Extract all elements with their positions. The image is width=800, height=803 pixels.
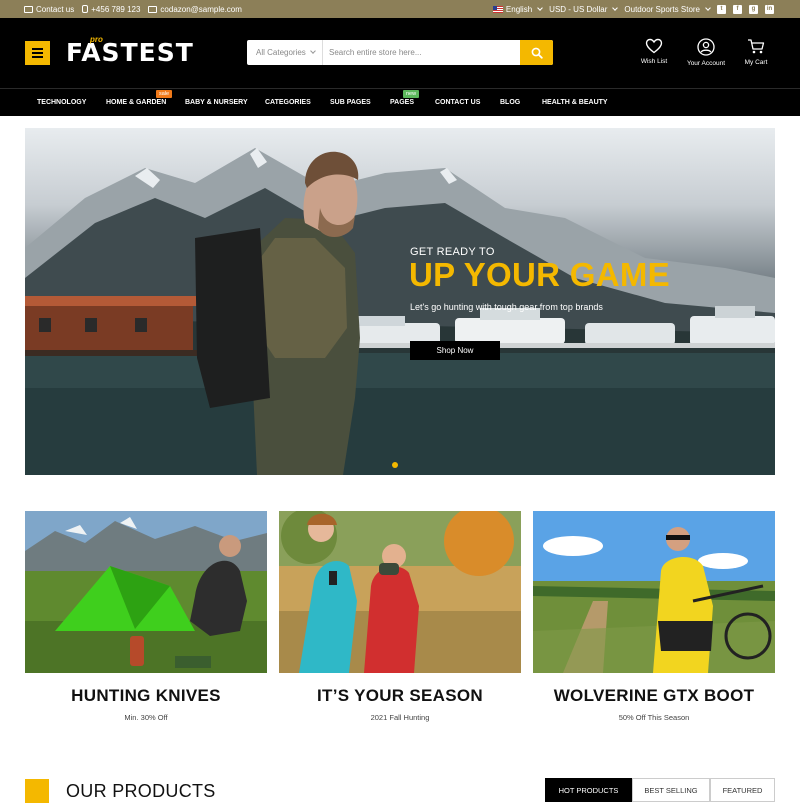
heart-icon (645, 38, 663, 54)
hero-title: UP YOUR GAME (409, 256, 670, 293)
contact-label: Contact us (36, 4, 75, 14)
account-label: Your Account (686, 60, 726, 67)
nav-item-health-beauty[interactable]: HEALTH & BEAUTY (542, 99, 608, 106)
email-address: codazon@sample.com (160, 4, 242, 14)
slider-dots (392, 462, 398, 468)
language-switcher[interactable]: English (492, 4, 544, 14)
account-link[interactable]: Your Account (680, 38, 732, 67)
search-input[interactable] (323, 40, 520, 65)
currency-label: USD - US Dollar (549, 4, 608, 14)
mail-icon (148, 5, 158, 13)
chevron-down-icon (612, 5, 619, 11)
cart-link[interactable]: My Cart (730, 38, 782, 66)
main-nav: TECHNOLOGY HOME & GARDEN sale BABY & NUR… (0, 88, 800, 116)
shop-now-button[interactable]: Shop Now (410, 341, 500, 360)
tab-best-selling[interactable]: BEST SELLING (632, 778, 710, 802)
us-flag-icon (492, 5, 503, 13)
phone-link[interactable]: +456 789 123 (82, 5, 140, 14)
store-switcher[interactable]: Outdoor Sports Store (624, 4, 711, 14)
search-icon (531, 47, 543, 59)
nav-label: TECHNOLOGY (37, 99, 87, 106)
nav-label: CONTACT US (435, 99, 481, 106)
nav-label: BABY & NURSERY (185, 99, 248, 106)
promo-title[interactable]: IT’S YOUR SEASON (279, 686, 521, 706)
phone-icon (82, 5, 89, 13)
promo-image-wolverine-boot[interactable] (533, 511, 775, 673)
section-title: OUR PRODUCTS (66, 781, 216, 801)
nav-item-home-garden[interactable]: HOME & GARDEN sale (106, 90, 173, 106)
promo-subtitle: 2021 Fall Hunting (370, 713, 430, 722)
camping-photo (25, 511, 267, 673)
logo-superscript: pro (90, 35, 103, 44)
chevron-down-icon (310, 48, 316, 54)
tab-featured[interactable]: FEATURED (710, 778, 775, 802)
hikers-photo (279, 511, 521, 673)
nav-item-contact-us[interactable]: CONTACT US (435, 99, 480, 106)
nav-item-baby-nursery[interactable]: BABY & NURSERY (185, 99, 248, 106)
nav-item-technology[interactable]: TECHNOLOGY (37, 99, 86, 106)
chevron-down-icon (537, 5, 544, 11)
promo-subtitle: 50% Off This Season (618, 713, 690, 722)
facebook-icon[interactable]: f (733, 4, 742, 14)
tab-hot-products[interactable]: HOT PRODUCTS (545, 778, 632, 802)
user-icon (697, 38, 715, 56)
nav-label: HEALTH & BEAUTY (542, 99, 608, 106)
section-accent-bar (25, 779, 49, 803)
hero-slider: GET READY TO UP YOUR GAME Let's go hunti… (25, 128, 775, 475)
contact-link[interactable]: Contact us (24, 5, 74, 14)
linkedin-icon[interactable]: in (765, 4, 774, 14)
cart-label: My Cart (744, 59, 768, 66)
language-label: English (505, 4, 533, 14)
new-badge: new (403, 90, 420, 98)
nav-label: SUB PAGES (330, 99, 371, 106)
nav-item-blog[interactable]: BLOG (500, 99, 520, 106)
nav-label: PAGES (390, 99, 414, 106)
slider-dot-active[interactable] (392, 462, 398, 468)
nav-item-sub-pages[interactable]: SUB PAGES (330, 99, 371, 106)
google-plus-icon[interactable]: g (749, 4, 758, 14)
nav-item-pages[interactable]: PAGES new (390, 90, 420, 106)
twitter-icon[interactable]: t (717, 4, 726, 14)
hero-description: Let's go hunting with tough gear from to… (410, 302, 603, 312)
promo-subtitle: Min. 30% Off (124, 713, 168, 722)
phone-number: +456 789 123 (91, 4, 141, 14)
nav-label: HOME & GARDEN (106, 99, 167, 106)
search-category-select[interactable]: All Categories (247, 40, 323, 65)
nav-item-categories[interactable]: CATEGORIES (265, 99, 311, 106)
nav-label: CATEGORIES (265, 99, 311, 106)
promo-image-season[interactable] (279, 511, 521, 673)
hamburger-menu-button[interactable] (25, 41, 50, 65)
wishlist-link[interactable]: Wish List (628, 38, 680, 65)
chevron-down-icon (705, 5, 711, 11)
cyclist-photo (533, 511, 775, 673)
promo-image-hunting-knives[interactable] (25, 511, 267, 673)
top-bar: Contact us +456 789 123 codazon@sample.c… (0, 0, 800, 18)
sale-badge: sale (156, 90, 173, 98)
cart-icon (748, 39, 765, 54)
email-link[interactable]: codazon@sample.com (148, 5, 242, 14)
wishlist-label: Wish List (640, 58, 668, 65)
currency-switcher[interactable]: USD - US Dollar (549, 4, 619, 14)
search-bar: All Categories (247, 40, 553, 65)
contact-card-icon (24, 5, 33, 13)
search-category-label: All Categories (256, 48, 306, 57)
search-button[interactable] (520, 40, 553, 65)
logo-text: FASTEST (66, 38, 194, 67)
nav-label: BLOG (500, 99, 521, 106)
store-label: Outdoor Sports Store (624, 4, 700, 14)
promo-title[interactable]: WOLVERINE GTX BOOT (533, 686, 775, 706)
promo-title[interactable]: HUNTING KNIVES (25, 686, 267, 706)
header: FASTEST pro All Categories Wish List You… (0, 18, 800, 88)
hero-image (25, 148, 775, 475)
hamburger-icon (32, 48, 43, 50)
